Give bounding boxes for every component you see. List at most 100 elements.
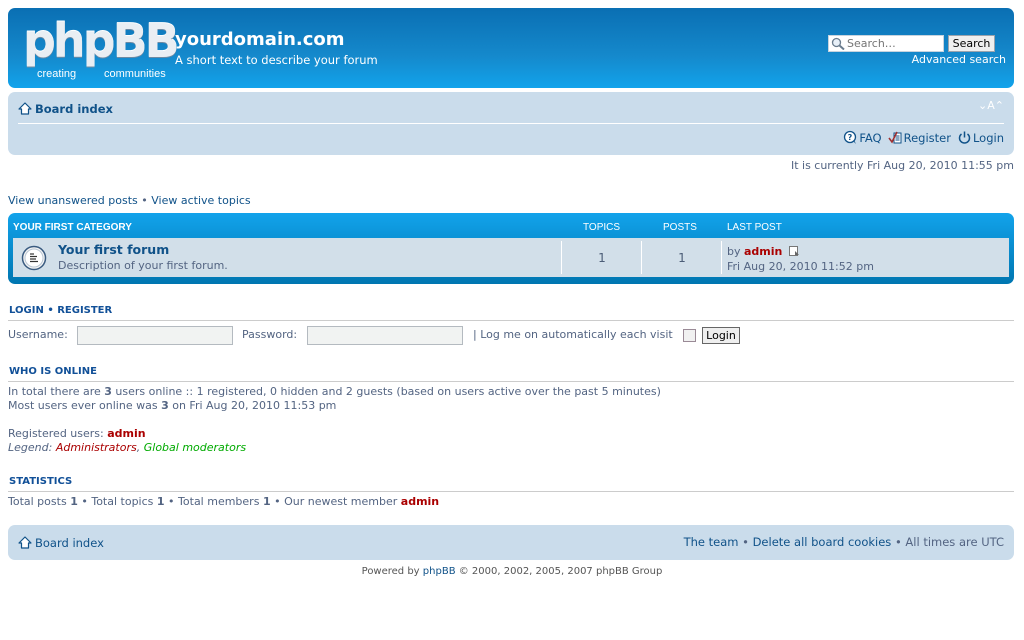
site-description: A short text to describe your forum bbox=[175, 53, 378, 67]
faq-icon: ? bbox=[844, 130, 857, 144]
site-title[interactable]: yourdomain.com bbox=[175, 29, 345, 50]
search-input[interactable] bbox=[828, 35, 944, 52]
logo-text: phpBB bbox=[23, 14, 180, 68]
current-time: It is currently Fri Aug 20, 2010 11:55 p… bbox=[790, 159, 1014, 172]
legend-label: Legend: bbox=[8, 441, 53, 454]
register-link[interactable]: Register bbox=[887, 130, 951, 145]
password-label: Password: bbox=[242, 328, 298, 341]
faq-label: FAQ bbox=[859, 130, 882, 145]
statistics-line: Total posts 1 • Total topics 1 • Total m… bbox=[8, 495, 439, 509]
footer-links: The team • Delete all board cookies • Al… bbox=[684, 535, 1004, 549]
phpbb-link[interactable]: phpBB bbox=[423, 566, 456, 577]
the-team-link[interactable]: The team bbox=[684, 535, 739, 549]
view-latest-post-icon[interactable] bbox=[788, 246, 800, 256]
separator: • bbox=[274, 495, 281, 508]
login-heading-link[interactable]: LOGIN bbox=[9, 305, 44, 316]
navbar-divider bbox=[18, 123, 1004, 124]
register-heading-link[interactable]: REGISTER bbox=[57, 305, 112, 316]
last-post-author-link[interactable]: admin bbox=[744, 245, 782, 258]
phpbb-logo[interactable]: phpBB creating communities bbox=[23, 14, 180, 80]
forum-posts-count: 1 bbox=[678, 251, 686, 265]
login-form: Username: Password: | Log me on automati… bbox=[8, 326, 1014, 348]
register-icon bbox=[887, 131, 902, 144]
copyright-prefix: Powered by bbox=[361, 566, 420, 577]
svg-text:?: ? bbox=[848, 133, 853, 142]
password-input[interactable] bbox=[307, 326, 463, 345]
username-input[interactable] bbox=[77, 326, 233, 345]
who-is-online-title: WHO IS ONLINE bbox=[9, 366, 97, 377]
legend-administrators-link[interactable]: Administrators bbox=[56, 441, 137, 454]
separator: • bbox=[742, 535, 749, 549]
advanced-search-link[interactable]: Advanced search bbox=[912, 53, 1006, 66]
timezone-info: All times are UTC bbox=[905, 535, 1004, 549]
stat-label: Total members bbox=[178, 495, 260, 508]
column-header-last-post: LAST POST bbox=[727, 222, 782, 233]
column-header-posts: POSTS bbox=[663, 222, 697, 233]
online-text: users online :: 1 registered, 0 hidden a… bbox=[115, 385, 661, 398]
search-icon bbox=[831, 37, 845, 50]
statistics-title: STATISTICS bbox=[9, 476, 73, 487]
stat-label: Total topics bbox=[91, 495, 154, 508]
separator: • bbox=[894, 535, 902, 549]
total-topics-value: 1 bbox=[156, 495, 165, 508]
power-icon bbox=[958, 131, 971, 144]
faq-link[interactable]: ? FAQ bbox=[843, 130, 882, 145]
registered-users-label: Registered users: bbox=[8, 427, 104, 440]
section-divider bbox=[8, 491, 1014, 492]
who-is-online-link[interactable]: WHO IS ONLINE bbox=[9, 366, 97, 377]
separator: • bbox=[141, 194, 148, 207]
view-active-topics-link[interactable]: View active topics bbox=[151, 194, 250, 207]
separator: • bbox=[47, 305, 54, 316]
login-link[interactable]: Login bbox=[957, 130, 1004, 145]
column-header-topics: TOPICS bbox=[583, 222, 621, 233]
category-title[interactable]: YOUR FIRST CATEGORY bbox=[13, 222, 132, 233]
delete-cookies-link[interactable]: Delete all board cookies bbox=[753, 535, 892, 549]
home-icon bbox=[18, 536, 32, 549]
forum-row: Your first forum Description of your fir… bbox=[13, 238, 1009, 277]
register-label: Register bbox=[903, 130, 951, 145]
font-resize-control[interactable]: ⌄A⌃ bbox=[978, 99, 1004, 112]
section-divider bbox=[8, 381, 1014, 382]
separator: • bbox=[168, 495, 175, 508]
total-users-online: 3 bbox=[104, 385, 112, 398]
max-users-online: 3 bbox=[161, 399, 169, 412]
legend: Legend: Administrators, Global moderator… bbox=[8, 441, 246, 454]
footer-board-index-link[interactable]: Board index bbox=[35, 536, 104, 550]
username-label: Username: bbox=[8, 328, 68, 341]
view-unanswered-posts-link[interactable]: View unanswered posts bbox=[8, 194, 138, 207]
last-post-info: by admin Fri Aug 20, 2010 11:52 pm bbox=[727, 244, 874, 274]
legend-global-moderators-link[interactable]: Global moderators bbox=[144, 441, 246, 454]
record-text: on Fri Aug 20, 2010 11:53 pm bbox=[172, 399, 337, 412]
copyright: Powered by phpBB © 2000, 2002, 2005, 200… bbox=[0, 566, 1024, 577]
legend-separator: , bbox=[136, 441, 141, 454]
auto-login-checkbox[interactable] bbox=[683, 329, 696, 342]
total-members-value: 1 bbox=[262, 495, 271, 508]
newest-member-link[interactable]: admin bbox=[401, 495, 439, 508]
auto-login-label: | Log me on automatically each visit bbox=[473, 328, 673, 341]
copyright-suffix: © 2000, 2002, 2005, 2007 phpBB Group bbox=[458, 566, 663, 577]
category-block: YOUR FIRST CATEGORY TOPICS POSTS LAST PO… bbox=[8, 213, 1014, 284]
last-post-time: Fri Aug 20, 2010 11:52 pm bbox=[727, 260, 874, 273]
stat-label: Our newest member bbox=[284, 495, 398, 508]
login-label: Login bbox=[972, 130, 1004, 145]
breadcrumb-board-index[interactable]: Board index bbox=[35, 102, 113, 116]
registered-user-link[interactable]: admin bbox=[107, 427, 145, 440]
forum-title-link[interactable]: Your first forum bbox=[58, 242, 169, 257]
navbar: Board index ⌄A⌃ ? FAQ Register Login bbox=[8, 92, 1014, 155]
quick-links: View unanswered posts • View active topi… bbox=[8, 194, 251, 207]
logo-tagline-2: communities bbox=[104, 68, 166, 80]
navbar-links: ? FAQ Register Login bbox=[843, 130, 1004, 145]
footer-navbar: Board index The team • Delete all board … bbox=[8, 525, 1014, 560]
login-section-title: LOGIN • REGISTER bbox=[9, 305, 112, 316]
stat-label: Total posts bbox=[8, 495, 67, 508]
search-button[interactable]: Search bbox=[948, 35, 995, 52]
online-text: In total there are bbox=[8, 385, 101, 398]
last-post-by: by bbox=[727, 245, 741, 258]
login-button[interactable]: Login bbox=[702, 327, 740, 344]
forum-topics-count: 1 bbox=[598, 251, 606, 265]
home-icon bbox=[18, 102, 32, 115]
online-stats: In total there are 3 users online :: 1 r… bbox=[8, 385, 661, 413]
logo-tagline-1: creating bbox=[37, 68, 77, 80]
forum-read-icon bbox=[21, 245, 47, 271]
record-text: Most users ever online was bbox=[8, 399, 158, 412]
